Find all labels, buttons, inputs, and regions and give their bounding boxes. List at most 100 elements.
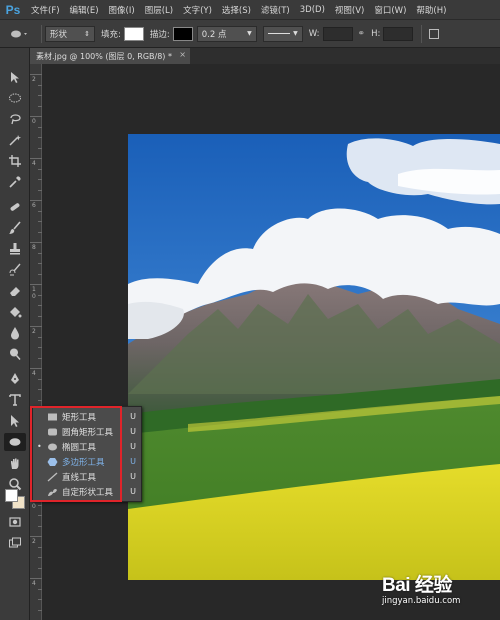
tool-mode-select[interactable]: 形状 ⇕ [45, 25, 95, 42]
blur-tool[interactable] [4, 324, 26, 342]
shortcut-key: U [130, 487, 136, 496]
menu-window[interactable]: 窗口(W) [369, 4, 411, 16]
brush-tool[interactable] [4, 219, 26, 237]
menu-file[interactable]: 文件(F) [26, 4, 65, 16]
eraser-tool[interactable] [4, 282, 26, 300]
paint-bucket-tool[interactable] [4, 303, 26, 321]
flyout-item-ellipse[interactable]: • 椭圆工具 U [33, 440, 141, 453]
bandage-icon [10, 203, 20, 211]
ruler-tick [30, 158, 42, 159]
flyout-item-label: 直线工具 [62, 472, 97, 483]
crop-icon [9, 155, 21, 167]
menu-bar: Ps 文件(F) 编辑(E) 图像(I) 图层(L) 文字(Y) 选择(S) 滤… [0, 0, 500, 20]
ruler-label: 6 [32, 202, 36, 209]
foreground-color-swatch[interactable] [5, 489, 18, 502]
brush-icon [9, 221, 21, 234]
move-tool[interactable] [4, 68, 26, 86]
stroke-width-field[interactable]: 0.2 点 ▼ [196, 25, 257, 42]
shortcut-key: U [130, 427, 136, 436]
hand-tool[interactable] [4, 454, 26, 472]
screen-mode-icon [9, 537, 21, 548]
screen-mode-button[interactable] [4, 534, 26, 552]
close-icon[interactable]: × [179, 50, 186, 59]
color-swatches[interactable] [4, 488, 28, 512]
ellipse-icon [46, 441, 58, 452]
menu-edit[interactable]: 编辑(E) [65, 4, 104, 16]
dodge-tool[interactable] [4, 345, 26, 363]
height-input[interactable] [383, 26, 414, 41]
ruler-label: 1 0 [32, 286, 36, 300]
flyout-item-rounded-rectangle[interactable]: 圆角矩形工具 U [33, 425, 141, 438]
height-label: H: [371, 28, 381, 39]
flyout-item-custom-shape[interactable]: 自定形状工具 U [33, 485, 141, 498]
updown-icon: ⇕ [84, 29, 90, 38]
menu-filter[interactable]: 滤镜(T) [256, 4, 295, 16]
quick-selection-tool[interactable] [4, 131, 26, 149]
elliptical-marquee-icon [9, 93, 21, 103]
link-icon[interactable]: ⚭ [358, 29, 366, 39]
lasso-icon [10, 114, 21, 125]
shortcut-key: U [130, 442, 136, 451]
type-tool[interactable] [4, 391, 26, 409]
menu-3d[interactable]: 3D(D) [295, 5, 330, 15]
history-brush-tool[interactable] [4, 261, 26, 279]
landscape-photo [128, 134, 500, 580]
eyedropper-tool[interactable] [4, 173, 26, 191]
move-icon [11, 72, 19, 83]
ruler-label: 4 [32, 160, 36, 167]
shortcut-key: U [130, 457, 136, 466]
options-bar: 形状 ⇕ 填充: 描边: 0.2 点 ▼ ▼ W: ⚭ H: [0, 20, 500, 48]
document-tab[interactable]: 素材.jpg @ 100% (图层 0, RGB/8) * × [30, 48, 190, 64]
width-label: W: [308, 28, 320, 39]
flyout-item-polygon[interactable]: 多边形工具 U [33, 455, 141, 468]
stroke-type-select[interactable]: ▼ [262, 25, 303, 42]
watermark-url: jingyan.baidu.com [382, 596, 461, 606]
menu-view[interactable]: 视图(V) [330, 4, 369, 16]
rounded-rectangle-icon [46, 426, 58, 437]
flyout-item-line[interactable]: 直线工具 U [33, 470, 141, 483]
path-selection-tool[interactable] [4, 412, 26, 430]
menu-image[interactable]: 图像(I) [104, 4, 140, 16]
ruler-tick [30, 578, 42, 579]
crop-tool[interactable] [4, 152, 26, 170]
tool-preset-picker[interactable] [4, 24, 38, 44]
flyout-item-rectangle[interactable]: 矩形工具 U [33, 410, 141, 423]
ruler-tick [30, 74, 42, 75]
menu-select[interactable]: 选择(S) [217, 4, 256, 16]
ruler-tick [30, 116, 42, 117]
ruler-tick [30, 200, 42, 201]
stroke-width-value: 0.2 点 [201, 29, 227, 40]
path-operations-icon[interactable] [429, 28, 440, 39]
polygon-icon [46, 456, 58, 467]
ruler-tick [30, 242, 42, 243]
lasso-tool[interactable] [4, 110, 26, 128]
separator [41, 24, 42, 43]
menu-layer[interactable]: 图层(L) [140, 4, 178, 16]
magic-wand-icon [9, 135, 21, 146]
menu-help[interactable]: 帮助(H) [411, 4, 451, 16]
ruler-label: 0 [32, 118, 36, 125]
ruler-label: 4 [32, 580, 36, 587]
eraser-icon [10, 287, 20, 296]
photoshop-logo: Ps [5, 2, 21, 17]
ellipse-tool[interactable] [4, 433, 26, 451]
fill-label: 填充: [101, 29, 121, 40]
pen-tool[interactable] [4, 370, 26, 388]
quick-mask-button[interactable] [4, 513, 26, 531]
clone-stamp-tool[interactable] [4, 240, 26, 258]
stamp-icon [10, 243, 20, 255]
stroke-label: 描边: [149, 29, 170, 40]
flyout-item-label: 椭圆工具 [62, 442, 97, 453]
fill-swatch[interactable] [123, 26, 144, 41]
menu-type[interactable]: 文字(Y) [178, 4, 217, 16]
dodge-icon [10, 348, 21, 360]
type-icon [9, 394, 21, 406]
stroke-swatch[interactable] [172, 26, 193, 41]
chevron-down-icon: ▼ [247, 30, 252, 37]
marquee-tool[interactable] [4, 89, 26, 107]
ruler-label: 2 [32, 538, 36, 545]
flyout-item-label: 自定形状工具 [62, 487, 114, 498]
current-tool-bullet: • [37, 442, 42, 451]
width-input[interactable] [322, 26, 353, 41]
healing-brush-tool[interactable] [4, 198, 26, 216]
